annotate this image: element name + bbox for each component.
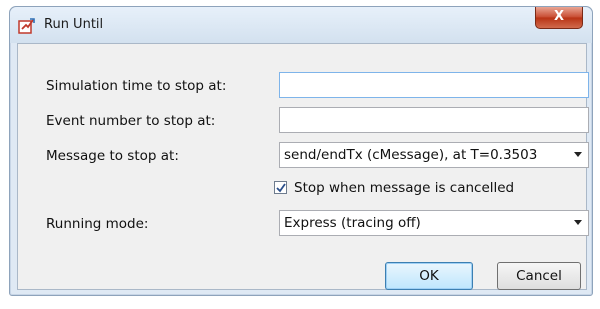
stop-cancelled-label: Stop when message is cancelled	[294, 180, 515, 196]
title-bar[interactable]: Run Until X	[10, 7, 592, 43]
cancel-button[interactable]: Cancel	[497, 262, 581, 290]
running-mode-label: Running mode:	[46, 216, 149, 232]
run-until-icon	[18, 17, 36, 35]
dialog-body: Simulation time to stop at: Event number…	[17, 43, 589, 290]
event-number-input[interactable]	[279, 107, 589, 133]
close-icon[interactable]: X	[535, 7, 583, 29]
stop-cancelled-checkbox[interactable]	[274, 181, 287, 194]
sim-time-input[interactable]	[279, 72, 589, 98]
window-title: Run Until	[44, 17, 104, 32]
message-label: Message to stop at:	[46, 148, 179, 164]
chevron-down-icon	[574, 152, 582, 157]
run-until-dialog: Run Until X Simulation time to stop at: …	[9, 6, 593, 296]
chevron-down-icon	[574, 220, 582, 225]
message-select[interactable]: send/endTx (cMessage), at T=0.3503	[279, 142, 589, 168]
sim-time-label: Simulation time to stop at:	[46, 78, 227, 94]
event-number-label: Event number to stop at:	[46, 113, 216, 129]
running-mode-select-value: Express (tracing off)	[284, 215, 421, 231]
ok-button[interactable]: OK	[385, 262, 473, 290]
message-select-value: send/endTx (cMessage), at T=0.3503	[284, 147, 538, 163]
running-mode-select[interactable]: Express (tracing off)	[279, 210, 589, 236]
checkmark-icon	[276, 183, 286, 193]
